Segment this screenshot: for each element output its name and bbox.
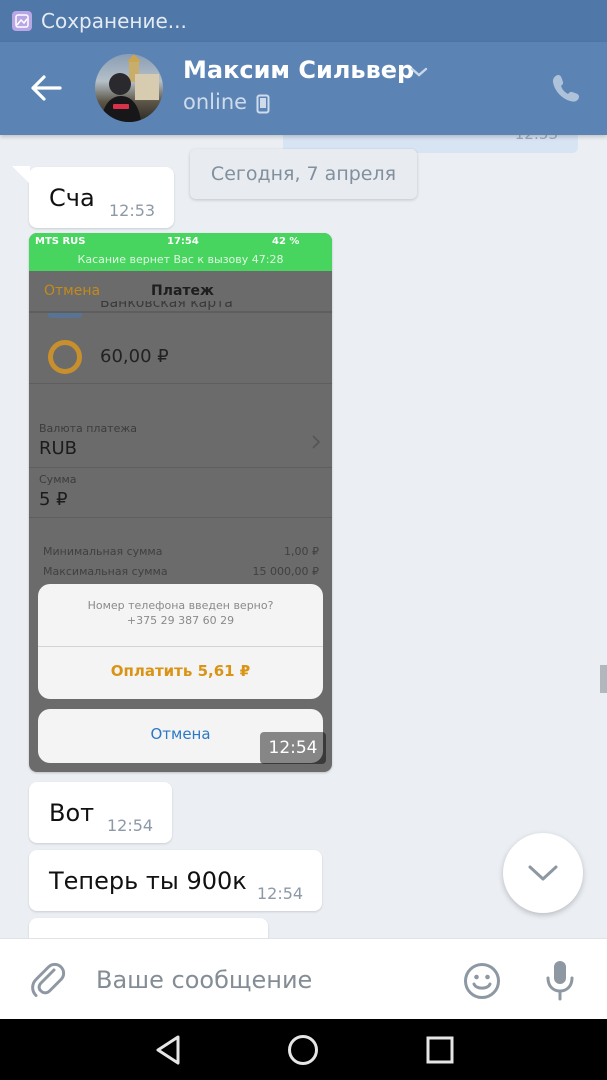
chat-header: Максим Сильвер online: [0, 42, 607, 135]
ios-carrier: MTS RUS: [35, 236, 86, 247]
date-separator: Сегодня, 7 апреля: [190, 149, 417, 199]
qiwi-icon: [48, 340, 82, 374]
message-text: Вот: [49, 799, 95, 827]
emoji-icon[interactable]: [463, 962, 501, 1000]
image-time: 12:54: [260, 732, 326, 764]
message-time: 12:53: [109, 201, 156, 220]
message-time: 12:54: [257, 884, 304, 903]
image-message[interactable]: MTS RUS 17:54 42 % Касание вернет Вас к …: [29, 233, 332, 772]
chat-history[interactable]: 12:53 Сегодня, 7 апреля Сча 12:53 MTS RU…: [0, 135, 607, 938]
currency-value: RUB: [39, 438, 78, 459]
message-text: Теперь ты 900к: [49, 867, 247, 895]
nav-back-icon[interactable]: [152, 1033, 186, 1067]
scrollbar[interactable]: [600, 665, 607, 693]
sum-value: 5 ₽: [39, 489, 68, 510]
avatar[interactable]: [95, 54, 163, 122]
ios-call-banner: Касание вернет Вас к вызову 47:28: [77, 253, 284, 266]
message-composer: [0, 938, 607, 1019]
ios-cancel: Отмена: [44, 283, 101, 299]
status-bar: Сохранение...: [0, 0, 607, 42]
sheet-pay: Оплатить 5,61 ₽: [110, 662, 251, 680]
sheet-question: Номер телефона введен верно? +375 29 387…: [87, 599, 274, 627]
sum-label: Сумма: [39, 473, 77, 486]
card-label: Банковская карта: [100, 301, 233, 311]
currency-label: Валюта платежа: [39, 422, 138, 435]
nav-home-icon[interactable]: [286, 1033, 320, 1067]
android-nav-bar: [0, 1019, 607, 1080]
gallery-icon: [12, 11, 32, 31]
contact-name[interactable]: Максим Сильвер: [183, 56, 414, 84]
incoming-message[interactable]: Сча 12:53: [29, 167, 174, 228]
message-input[interactable]: [96, 963, 436, 997]
scroll-down-button[interactable]: [503, 833, 583, 913]
min-amount-row: Минимальная сумма 1,00 ₽: [43, 545, 319, 558]
ios-call-bar: MTS RUS 17:54 42 % Касание вернет Вас к …: [29, 233, 332, 271]
notification-text: Сохранение...: [41, 9, 187, 33]
online-status: online: [183, 90, 248, 114]
phone-icon[interactable]: [550, 72, 582, 104]
attach-icon[interactable]: [30, 961, 66, 999]
mobile-device-icon: [256, 94, 270, 114]
message-time: 12:54: [107, 816, 154, 835]
message-time: 12:53: [515, 135, 558, 143]
incoming-message[interactable]: Вот 12:54: [29, 782, 172, 843]
mic-icon[interactable]: [544, 959, 576, 1001]
ios-battery: 42 %: [272, 236, 300, 247]
bubble-tail: [12, 166, 30, 184]
nav-recents-icon[interactable]: [423, 1033, 457, 1067]
ios-clock: 17:54: [167, 236, 199, 247]
chevron-right-icon: [311, 434, 321, 450]
qiwi-amount: 60,00 ₽: [100, 346, 169, 367]
incoming-message[interactable]: [29, 918, 268, 938]
ios-action-sheet: Номер телефона введен верно? +375 29 387…: [38, 584, 323, 699]
message-text: Сча: [49, 184, 95, 212]
back-arrow-icon[interactable]: [26, 72, 66, 104]
max-amount-row: Максимальная сумма 15 000,00 ₽: [43, 565, 319, 578]
ios-title: Платеж: [151, 283, 214, 299]
chevron-down-icon: [528, 865, 558, 881]
incoming-message[interactable]: Теперь ты 900к 12:54: [29, 850, 322, 911]
chevron-down-icon[interactable]: [409, 62, 429, 82]
